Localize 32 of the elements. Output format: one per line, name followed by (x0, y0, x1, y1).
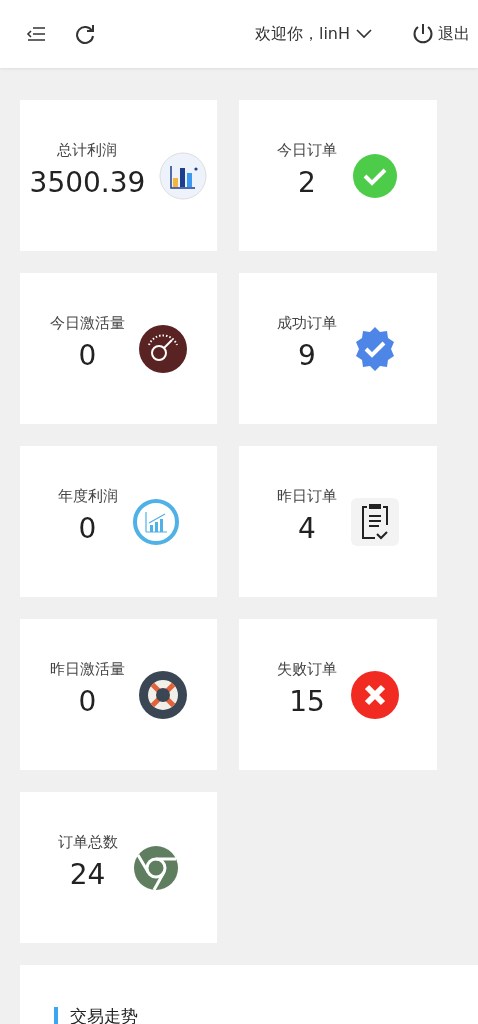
stat-value: 4 (298, 511, 316, 545)
stat-label: 今日激活量 (50, 313, 125, 333)
menu-icon[interactable] (26, 25, 46, 43)
close-circle-icon (351, 670, 399, 719)
stat-label: 成功订单 (277, 313, 337, 333)
stat-value: 24 (69, 857, 106, 891)
lifebuoy-icon (139, 670, 187, 719)
user-menu[interactable]: 欢迎你，linH (254, 23, 372, 45)
power-icon (412, 23, 434, 45)
check-circle-icon (351, 151, 399, 200)
stat-label: 年度利润 (57, 486, 118, 506)
stat-value: 3500.39 (29, 165, 146, 199)
stat-value: 0 (78, 684, 97, 718)
clipboard-check-icon (351, 497, 399, 546)
growth-chart-icon (131, 497, 180, 546)
gauge-icon (139, 324, 187, 373)
bar-chart-icon (159, 151, 208, 200)
stat-value: 0 (78, 338, 97, 372)
logout-button[interactable]: 退出 (412, 23, 470, 45)
stat-label: 失败订单 (277, 659, 337, 679)
stat-value: 15 (289, 684, 325, 718)
refresh-icon[interactable] (74, 23, 96, 45)
panel-title: 交易走势 (54, 1007, 138, 1024)
stat-label: 今日订单 (277, 140, 337, 160)
stat-label: 昨日激活量 (50, 659, 125, 679)
stat-label: 昨日订单 (277, 486, 337, 506)
stat-label: 总计利润 (57, 140, 118, 160)
chevron-down-icon (356, 29, 372, 39)
stat-label: 订单总数 (57, 832, 118, 852)
stat-value: 0 (78, 511, 97, 545)
stat-value: 2 (298, 165, 316, 199)
stat-value: 9 (298, 338, 316, 372)
